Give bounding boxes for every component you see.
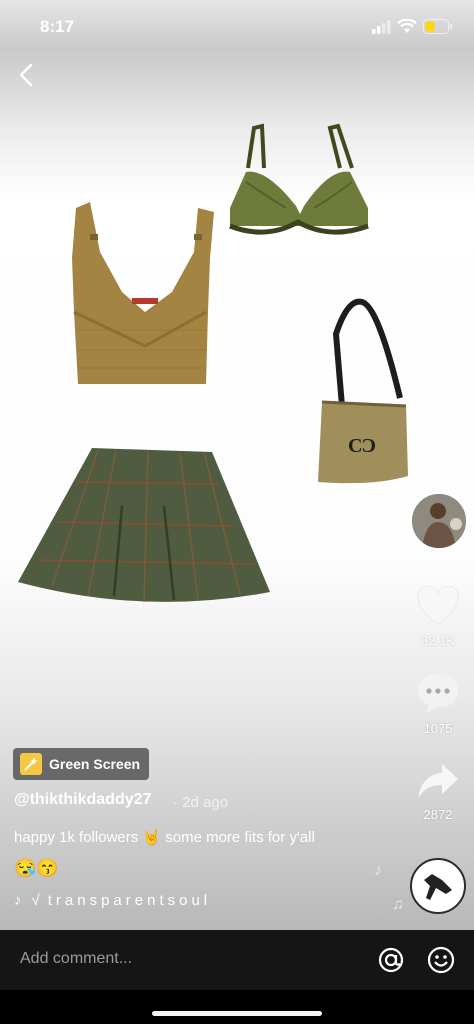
like-count: 82.1K	[421, 633, 455, 648]
caption-emojis: 😪😙	[14, 858, 59, 878]
green-lace-bra-image	[229, 123, 369, 235]
mention-at-icon[interactable]	[377, 946, 405, 974]
back-chevron-icon[interactable]	[16, 62, 38, 88]
knit-crop-top-image	[72, 202, 214, 384]
cellular-signal-icon	[372, 20, 391, 34]
green-screen-effect-badge[interactable]: Green Screen	[13, 748, 149, 780]
plaid-pleated-skirt-image	[18, 448, 270, 603]
creator-avatar[interactable]	[410, 492, 468, 550]
sound-ticker[interactable]: ♪ √ transparentsoul	[14, 892, 211, 909]
music-note-icon: ♫	[392, 896, 404, 913]
post-caption: happy 1k followers 🤘 some more fits for …	[14, 829, 315, 846]
comment-input[interactable]: Add comment...	[20, 950, 132, 968]
music-note-icon: ♪	[14, 892, 22, 909]
wifi-icon	[397, 19, 417, 33]
home-indicator	[152, 1011, 322, 1016]
status-time: 8:17	[40, 17, 75, 36]
sound-disc-button[interactable]	[410, 858, 466, 914]
comment-count: 1075	[423, 721, 453, 736]
like-button[interactable]: 82.1K	[408, 585, 468, 648]
separator-icon: √	[31, 892, 40, 909]
post-username[interactable]: @thikthikdaddy27	[14, 791, 151, 809]
svg-text:C: C	[348, 435, 362, 457]
comment-button[interactable]: 1075	[408, 672, 468, 736]
music-note-icon: ♪	[374, 862, 382, 879]
magic-wand-icon	[20, 753, 42, 775]
share-button[interactable]: 2872	[408, 762, 468, 822]
effect-label: Green Screen	[49, 756, 141, 772]
share-arrow-icon	[418, 764, 458, 798]
svg-text:C: C	[362, 435, 376, 457]
status-bar: 8:17	[0, 0, 474, 56]
emoji-smile-icon[interactable]	[427, 946, 455, 974]
sound-name: transparentsoul	[47, 892, 212, 909]
share-count: 2872	[423, 807, 453, 822]
sound-cover-icon	[424, 874, 452, 900]
chanel-shoulder-bag-image: C C	[318, 298, 408, 484]
heart-icon	[417, 585, 459, 625]
comment-bubble-icon	[418, 674, 458, 713]
post-time: · 2d ago	[173, 794, 229, 811]
battery-icon	[423, 19, 452, 34]
